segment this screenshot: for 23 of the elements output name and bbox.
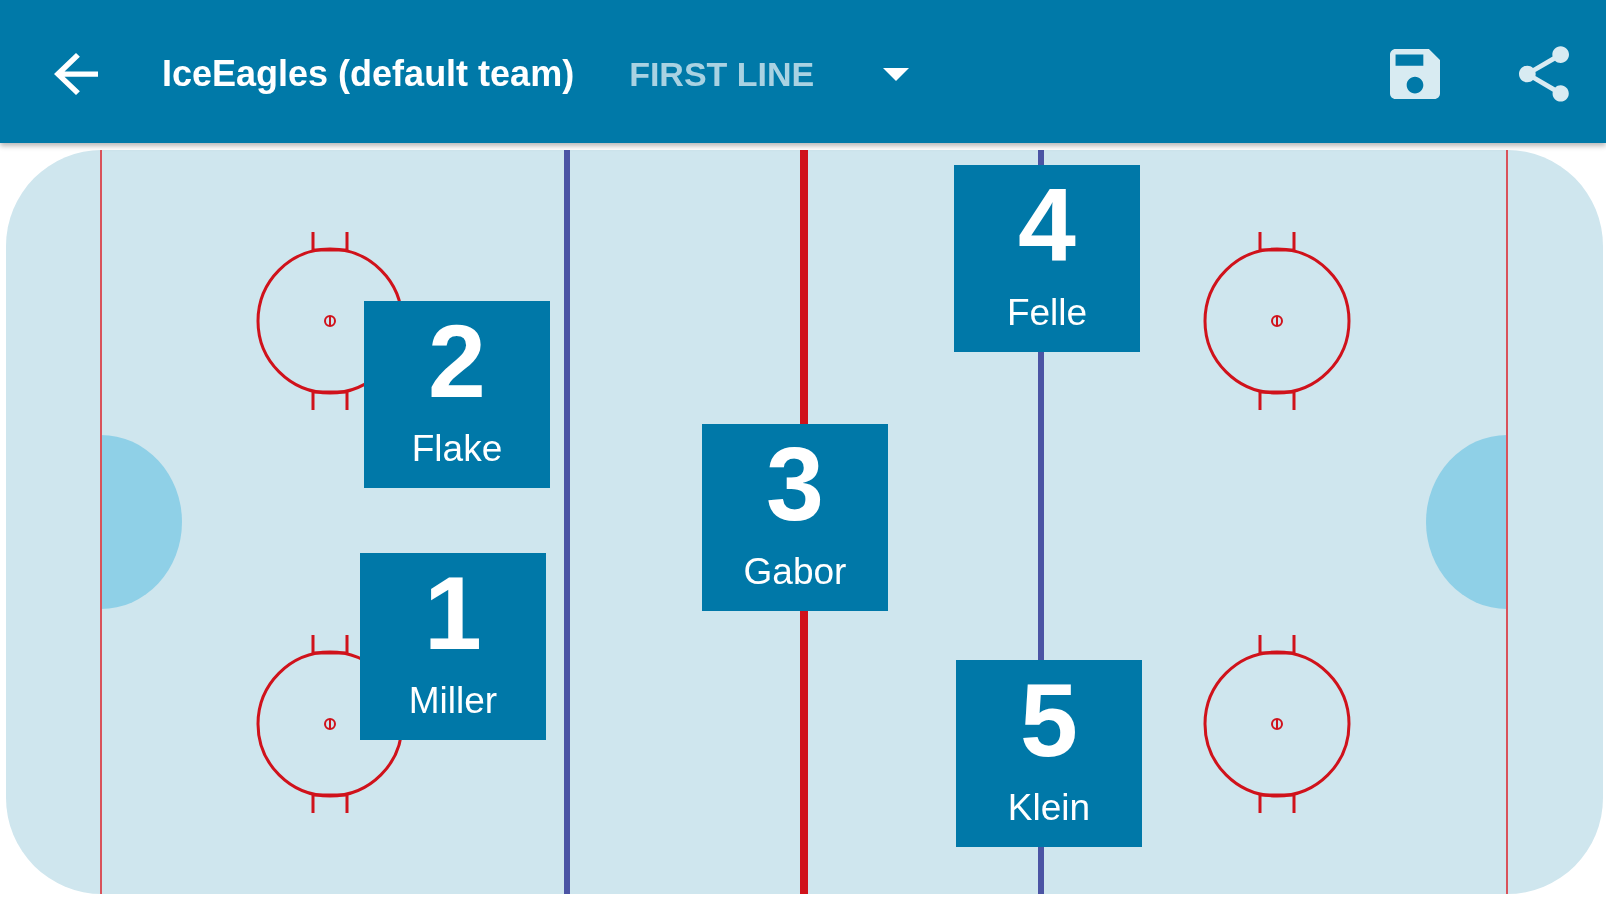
player-number: 3 <box>766 428 824 540</box>
player-name: Felle <box>1006 292 1088 334</box>
toolbar-title: IceEagles (default team) <box>162 53 575 95</box>
line-dropdown[interactable]: FIRST LINE <box>629 54 910 94</box>
player-number: 2 <box>428 305 486 417</box>
player-number: 4 <box>1018 169 1076 281</box>
player-name: Gabor <box>743 551 847 593</box>
player-card[interactable]: 4 Felle <box>954 165 1140 352</box>
back-arrow-icon <box>54 53 98 95</box>
player-card[interactable]: 2 Flake <box>364 301 550 488</box>
player-card[interactable]: 5 Klein <box>956 660 1142 847</box>
share-button[interactable] <box>1519 46 1569 102</box>
player-card[interactable]: 1 Miller <box>360 553 546 740</box>
share-icon <box>1519 46 1569 102</box>
save-button[interactable] <box>1390 49 1440 99</box>
player-name: Miller <box>408 680 498 722</box>
player-number: 5 <box>1020 664 1078 776</box>
player-card[interactable]: 3 Gabor <box>702 424 888 611</box>
back-button[interactable] <box>54 53 98 95</box>
player-number: 1 <box>424 557 482 669</box>
player-name: Flake <box>411 428 503 470</box>
player-name: Klein <box>1007 787 1091 829</box>
caret-icon <box>883 67 910 81</box>
